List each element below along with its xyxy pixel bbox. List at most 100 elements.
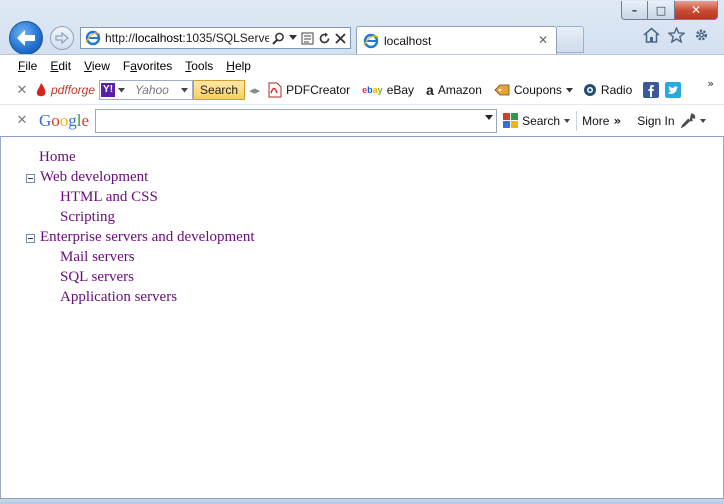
coupons-label: Coupons (513, 83, 562, 97)
search-icon[interactable] (272, 32, 285, 45)
close-tab-icon[interactable]: ✕ (538, 33, 548, 47)
page-content: Home Web development HTML and CSS Script… (0, 137, 724, 498)
google-logo-letter: o (51, 110, 60, 130)
ie-page-icon (85, 30, 101, 46)
browser-chrome: – □ ✕ http://localhost:1035/SQLServe loc… (0, 0, 724, 137)
collapse-toggle-icon[interactable] (26, 174, 35, 183)
browser-right-icons (643, 27, 710, 43)
new-tab-button[interactable] (557, 26, 584, 53)
google-logo-letter: o (59, 110, 69, 130)
google-logo-letter: G (39, 110, 52, 130)
address-url[interactable]: http://localhost:1035/SQLServe (105, 31, 269, 45)
tree-link-scripting[interactable]: Scripting (60, 209, 115, 226)
ie-tab-icon (363, 33, 379, 48)
yahoo-search-input[interactable]: Y! Yahoo (99, 80, 194, 100)
maximize-button[interactable]: □ (648, 1, 675, 20)
refresh-icon[interactable] (318, 32, 331, 45)
yahoo-placeholder: Yahoo (135, 83, 169, 97)
chevron-down-icon[interactable] (289, 35, 297, 41)
chevron-double-right-icon[interactable]: » (707, 77, 714, 90)
google-search-button[interactable]: Search (503, 113, 571, 128)
radio-icon (583, 84, 596, 96)
facebook-icon[interactable] (643, 82, 660, 98)
sign-in-label: Sign In (637, 113, 675, 128)
pdfcreator-label: PDFCreator (286, 83, 351, 97)
chevron-double-right-icon: » (613, 113, 622, 128)
google-logo-letter: g (68, 110, 77, 130)
tree-link-enterprise[interactable]: Enterprise servers and development (40, 229, 255, 246)
google-toolbar: ✕ Google Search More » Sign In (0, 104, 724, 136)
url-path: :1035/SQLServe (182, 31, 269, 45)
pdfforge-toolbar: ✕ pdfforge Y! Yahoo Search ◂▸ PDFCreator… (0, 76, 724, 104)
radio-button[interactable]: Radio (583, 83, 632, 97)
back-button[interactable] (9, 21, 43, 55)
chevron-down-icon[interactable] (485, 114, 494, 121)
back-arrow-icon (17, 30, 35, 46)
tree-link-web-development[interactable]: Web development (40, 169, 148, 186)
amazon-logo-icon: a (426, 82, 434, 98)
amazon-label: Amazon (437, 83, 482, 97)
tree-link-mail-servers[interactable]: Mail servers (60, 249, 135, 266)
tree-link-home[interactable]: Home (39, 149, 76, 166)
url-host: localhost (135, 31, 183, 45)
ebay-logo-icon: ebay (362, 85, 383, 95)
tab-title: localhost (384, 33, 432, 48)
coupons-button[interactable]: Coupons (494, 83, 573, 97)
google-search-icon (503, 113, 519, 128)
stop-icon[interactable] (335, 32, 346, 44)
minimize-button[interactable]: – (621, 1, 648, 20)
chevron-down-icon[interactable] (564, 118, 571, 123)
radio-label: Radio (600, 83, 633, 97)
collapse-toggle-icon[interactable] (26, 234, 35, 243)
close-window-button[interactable]: ✕ (675, 1, 718, 20)
pdfforge-flame-icon (36, 83, 46, 97)
menu-file[interactable]: File (18, 59, 37, 73)
chevron-down-icon[interactable] (565, 87, 573, 93)
ebay-label: eBay (386, 83, 415, 97)
toolbar-separator (576, 110, 578, 131)
close-toolbar-icon[interactable]: ✕ (13, 83, 31, 98)
pdfforge-label: pdfforge (51, 83, 96, 97)
chevron-down-icon[interactable] (699, 118, 706, 123)
tree-link-application-servers[interactable]: Application servers (60, 289, 177, 306)
google-logo-letter: e (81, 110, 90, 130)
window-controls: – □ ✕ (621, 1, 718, 20)
twitter-icon[interactable] (665, 82, 682, 98)
google-search-label: Search (522, 113, 561, 128)
more-label: More (582, 113, 610, 128)
ebay-button[interactable]: ebay eBay (362, 83, 414, 97)
tree-link-sql-servers[interactable]: SQL servers (60, 269, 134, 286)
chevron-down-icon[interactable] (181, 87, 189, 93)
home-icon[interactable] (643, 27, 660, 43)
gear-icon[interactable] (693, 27, 710, 43)
google-logo: Google (39, 111, 89, 131)
close-toolbar-icon[interactable]: ✕ (13, 113, 31, 128)
menu-favorites[interactable]: Favorites (123, 59, 172, 73)
amazon-button[interactable]: a Amazon (426, 82, 482, 98)
more-button[interactable]: More » (582, 114, 621, 128)
chevron-down-icon[interactable] (118, 87, 126, 93)
url-scheme: http:// (105, 31, 136, 45)
menu-tools[interactable]: Tools (185, 59, 213, 73)
pdfforge-logo[interactable]: pdfforge (35, 82, 95, 98)
address-bar[interactable]: http://localhost:1035/SQLServe (80, 27, 351, 49)
coupon-tag-icon (494, 84, 510, 96)
pdf-file-icon (268, 82, 282, 98)
compatibility-view-icon[interactable] (301, 32, 314, 45)
pdfcreator-button[interactable]: PDFCreator (268, 82, 350, 98)
favorites-star-icon[interactable] (668, 27, 685, 43)
tab-localhost[interactable]: localhost ✕ (356, 26, 557, 54)
menu-help[interactable]: Help (226, 59, 251, 73)
toolbar-grip-icon[interactable]: ◂▸ (249, 84, 260, 97)
menu-edit[interactable]: Edit (50, 59, 71, 73)
menu-bar: File Edit View Favorites Tools Help (0, 54, 724, 76)
forward-button[interactable] (50, 26, 74, 50)
sign-in-button[interactable]: Sign In (637, 114, 674, 128)
address-tools (272, 32, 346, 45)
wrench-icon[interactable] (680, 113, 696, 128)
tree-link-html-css[interactable]: HTML and CSS (60, 189, 158, 206)
google-search-input[interactable] (95, 108, 498, 133)
yahoo-logo: Y! (101, 83, 116, 97)
yahoo-search-button[interactable]: Search (193, 80, 246, 100)
menu-view[interactable]: View (84, 59, 110, 73)
